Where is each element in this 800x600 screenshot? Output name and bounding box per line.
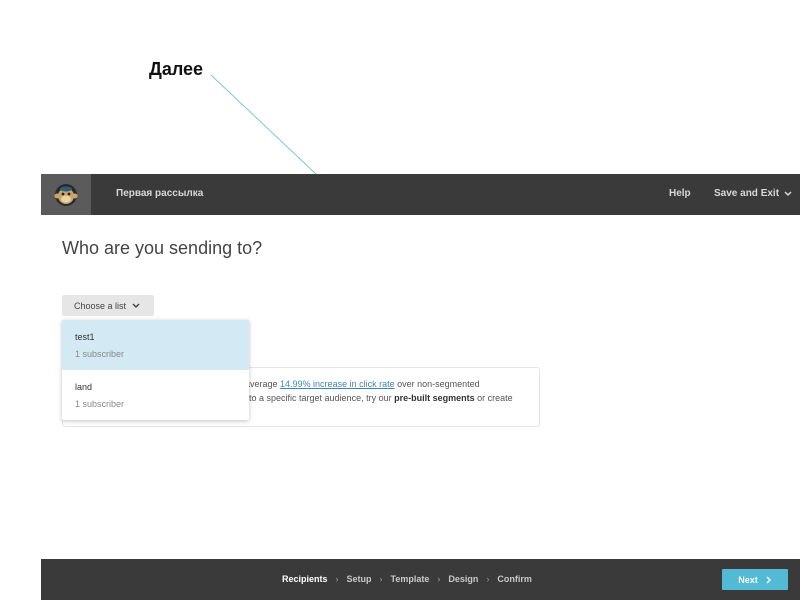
info-line-2: to a specific target audience, try our p… [249, 391, 513, 406]
help-link[interactable]: Help [669, 188, 691, 199]
list-option-land[interactable]: land 1 subscriber [62, 370, 249, 420]
chevron-right-icon: › [437, 574, 441, 584]
annotation-label: Далее [149, 59, 204, 79]
bottom-bar: Recipients › Setup › Template › Design ›… [41, 559, 800, 600]
info-text: over non-segmented [394, 379, 480, 389]
save-and-exit-button[interactable]: Save and Exit [714, 188, 792, 199]
info-text: or create [474, 393, 513, 403]
top-bar: Первая рассылка Help Save and Exit [41, 174, 800, 215]
save-and-exit-label: Save and Exit [714, 188, 780, 199]
chevron-down-icon [132, 303, 140, 308]
list-dropdown-menu: test1 1 subscriber land 1 subscriber [62, 320, 249, 420]
step-template[interactable]: Template [391, 574, 430, 584]
pre-built-segments-text: pre-built segments [394, 393, 475, 403]
chevron-right-icon: › [379, 574, 383, 584]
logo[interactable] [41, 174, 91, 215]
next-button[interactable]: Next [722, 569, 788, 590]
app-window: Первая рассылка Help Save and Exit Who a… [41, 174, 800, 600]
mailchimp-monkey-icon [54, 183, 78, 206]
info-text: to a specific target audience, try our [249, 393, 395, 403]
step-navigation: Recipients › Setup › Template › Design ›… [282, 574, 532, 584]
list-option-subscribers: 1 subscriber [75, 399, 125, 409]
step-recipients[interactable]: Recipients [282, 574, 328, 584]
click-rate-link[interactable]: 14.99% increase in click rate [280, 379, 395, 389]
chevron-right-icon [766, 575, 771, 584]
choose-list-label: Choose a list [74, 300, 127, 311]
page-title: Who are you sending to? [62, 238, 263, 258]
chevron-down-icon [784, 190, 792, 196]
list-option-name: land [75, 382, 93, 392]
info-text: average [245, 379, 281, 389]
step-confirm[interactable]: Confirm [497, 574, 532, 584]
chevron-right-icon: › [335, 574, 339, 584]
chevron-right-icon: › [486, 574, 490, 584]
list-option-subscribers: 1 subscriber [75, 349, 125, 359]
info-line-1: average 14.99% increase in click rate ov… [245, 377, 480, 392]
step-setup[interactable]: Setup [347, 574, 372, 584]
campaign-name: Первая рассылка [116, 188, 204, 199]
next-label: Next [738, 574, 758, 585]
list-option-test1[interactable]: test1 1 subscriber [62, 320, 249, 370]
list-option-name: test1 [75, 332, 95, 342]
step-design[interactable]: Design [448, 574, 478, 584]
choose-list-dropdown[interactable]: Choose a list [62, 295, 154, 316]
